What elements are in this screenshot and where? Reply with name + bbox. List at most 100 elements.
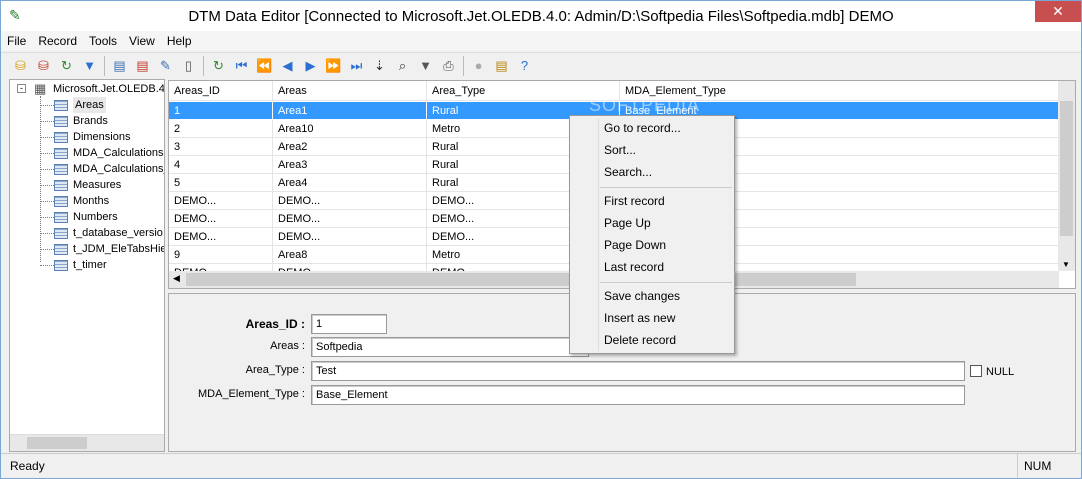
sort-az-icon[interactable]: ⇣ (368, 55, 391, 77)
menu-item-insert-as-new[interactable]: Insert as new (604, 311, 675, 325)
tree-item-label: Numbers (73, 211, 118, 223)
tree-line (40, 217, 54, 218)
tree-line (40, 233, 54, 234)
refresh-icon[interactable]: ↻ (207, 55, 230, 77)
context-menu: Go to record... Sort... Search... First rec… (569, 115, 735, 354)
table-cell[interactable]: Area4 (273, 174, 427, 192)
menu-item-page-up[interactable]: Page Up (604, 216, 651, 230)
funnel-icon[interactable]: ▼ (414, 55, 437, 77)
watermark: SOFTPEDIA (589, 95, 701, 115)
tree-line (40, 169, 54, 170)
tree-item[interactable]: MDA_Calculations_ (54, 161, 165, 177)
edit-record-icon[interactable]: ✎ (154, 55, 177, 77)
tree-item[interactable]: Measures (54, 177, 121, 193)
table-cell[interactable]: DEMO... (169, 210, 273, 228)
table-cell[interactable]: Area3 (273, 156, 427, 174)
tree-item-label: t_database_versio (73, 227, 163, 239)
add-record-icon[interactable]: ▤ (108, 55, 131, 77)
table-cell[interactable]: 4 (169, 156, 273, 174)
table-cell[interactable]: 3 (169, 138, 273, 156)
table-cell[interactable]: DEMO... (169, 228, 273, 246)
table-cell[interactable]: DEMO... (273, 192, 427, 210)
table-cell[interactable]: DEMO... (273, 210, 427, 228)
tree-item[interactable]: t_JDM_EleTabsHie (54, 241, 165, 257)
tree-item-label: Brands (73, 115, 108, 127)
tree-horizontal-scrollbar[interactable] (10, 434, 164, 451)
page-up-icon[interactable]: ⏪ (253, 55, 276, 77)
new-page-icon[interactable]: ▯ (177, 55, 200, 77)
table-cell[interactable]: 1 (169, 102, 273, 120)
tree-line (40, 185, 54, 186)
last-icon[interactable]: ⏭ (345, 55, 368, 77)
menu-help[interactable]: Help (161, 31, 198, 51)
tree-item[interactable]: MDA_Calculations (54, 145, 163, 161)
table-cell[interactable]: DEMO... (273, 228, 427, 246)
toolbar-separator (463, 55, 464, 76)
table-cell[interactable]: Area2 (273, 138, 427, 156)
mda-element-type-field[interactable]: Base_Element (311, 385, 965, 405)
menu-record[interactable]: Record (32, 31, 83, 51)
table-tree: - ▦ Microsoft.Jet.OLEDB.4 Areas Brands Dim… (9, 79, 165, 452)
tree-item-label: t_timer (73, 259, 107, 271)
table-cell[interactable]: Area1 (273, 102, 427, 120)
remove-database-icon[interactable]: ⛁ (32, 55, 55, 77)
table-icon (54, 163, 68, 175)
areas-field[interactable]: Softpedia (311, 337, 589, 357)
menu-item-search[interactable]: Search... (604, 165, 652, 179)
column-header[interactable]: Areas_ID (169, 81, 273, 101)
table-cell[interactable]: 9 (169, 246, 273, 264)
tree-line (40, 121, 54, 122)
menu-item-first-record[interactable]: First record (604, 194, 665, 208)
tree-line (40, 249, 54, 250)
tree-item-label: t_JDM_EleTabsHie (73, 243, 165, 255)
grid-vertical-scrollbar[interactable]: ▼ (1058, 81, 1075, 271)
tree-item[interactable]: Numbers (54, 209, 118, 225)
table-cell[interactable]: 5 (169, 174, 273, 192)
area-type-field[interactable]: Test (311, 361, 965, 381)
collapse-icon[interactable]: - (17, 84, 26, 93)
binoculars-icon[interactable]: ⌕ (391, 55, 414, 77)
areas-id-field[interactable]: 1 (311, 314, 387, 334)
table-cell[interactable]: DEMO... (169, 192, 273, 210)
tree-root[interactable]: Microsoft.Jet.OLEDB.4 (53, 81, 164, 97)
menu-item-last-record[interactable]: Last record (604, 260, 664, 274)
null-checkbox[interactable] (970, 365, 982, 377)
add-database-icon[interactable]: ⛁ (9, 55, 32, 77)
menu-item-sort[interactable]: Sort... (604, 143, 636, 157)
prev-icon[interactable]: ◀ (276, 55, 299, 77)
table-cell[interactable]: Area8 (273, 246, 427, 264)
tree-item-label: MDA_Calculations_ (73, 163, 165, 175)
stop-icon[interactable]: ● (467, 55, 490, 77)
next-icon[interactable]: ▶ (299, 55, 322, 77)
help-icon[interactable]: ? (513, 55, 536, 77)
menu-view[interactable]: View (123, 31, 161, 51)
table-icon (54, 147, 68, 159)
tree-item[interactable]: Dimensions (54, 129, 130, 145)
page-down-icon[interactable]: ⏩ (322, 55, 345, 77)
tree-item[interactable]: Areas (54, 97, 106, 113)
title-bar: ✎ DTM Data Editor [Connected to Microsof… (1, 1, 1081, 31)
first-icon[interactable]: ⏮ (230, 55, 253, 77)
tree-item[interactable]: t_timer (54, 257, 107, 273)
menu-item-go-to-record[interactable]: Go to record... (604, 121, 681, 135)
tree-item[interactable]: t_database_versio (54, 225, 163, 241)
menu-item-save-changes[interactable]: Save changes (604, 289, 680, 303)
filter-icon[interactable]: ▼ (78, 55, 101, 77)
menu-file[interactable]: File (1, 31, 32, 51)
tree-item[interactable]: Brands (54, 113, 108, 129)
table-cell[interactable]: 2 (169, 120, 273, 138)
print-icon[interactable]: ⎙ (437, 55, 460, 77)
menu-item-delete-record[interactable]: Delete record (604, 333, 676, 347)
delete-record-icon[interactable]: ▤ (131, 55, 154, 77)
table-cell[interactable]: Area10 (273, 120, 427, 138)
column-header[interactable]: Areas (273, 81, 427, 101)
tree-item[interactable]: Months (54, 193, 109, 209)
menu-tools[interactable]: Tools (83, 31, 123, 51)
menu-bar: File Record Tools View Help (1, 31, 1081, 51)
close-button[interactable]: ✕ (1035, 1, 1081, 22)
table-icon (54, 243, 68, 255)
tree-item-label: Dimensions (73, 131, 131, 143)
settings-icon[interactable]: ▤ (490, 55, 513, 77)
menu-item-page-down[interactable]: Page Down (604, 238, 666, 252)
refresh-add-icon[interactable]: ↻ (55, 55, 78, 77)
